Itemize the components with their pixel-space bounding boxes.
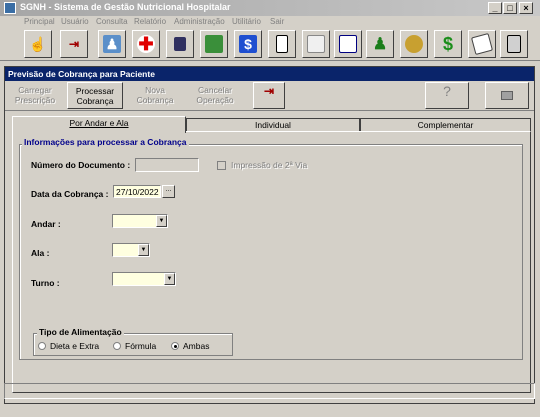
ambas-label: Ambas xyxy=(183,341,210,351)
chevron-down-icon: ▼ xyxy=(164,273,175,285)
data-cobranca-field[interactable]: 27/10/2022 xyxy=(113,185,161,198)
toolbar-exit-button[interactable]: ⇥ xyxy=(60,30,88,58)
carregar-label-1: Carregar xyxy=(18,85,52,95)
toolbar-patient-button[interactable]: ♟ xyxy=(98,30,126,58)
data-cobranca-label: Data da Cobrança : xyxy=(31,189,109,199)
printer-icon xyxy=(501,91,513,100)
tipo-alimentacao-title: Tipo de Alimentação xyxy=(37,327,124,337)
carregar-prescricao-button[interactable]: Carregar Prescrição xyxy=(7,82,63,109)
app-title: SGNH - Sistema de Gestão Nutricional Hos… xyxy=(20,2,231,12)
checklist-icon xyxy=(470,32,494,56)
chevron-down-icon: ▼ xyxy=(138,244,149,256)
toolbar-device-button[interactable] xyxy=(166,30,194,58)
menu-principal[interactable]: Principal xyxy=(24,17,55,26)
menu-sair[interactable]: Sair xyxy=(270,17,284,26)
andar-dropdown[interactable]: ▼ xyxy=(112,214,168,228)
status-bar xyxy=(4,383,535,399)
turno-dropdown[interactable]: ▼ xyxy=(112,272,176,286)
numero-documento-field[interactable] xyxy=(135,158,199,172)
processar-label-1: Processar xyxy=(75,86,115,96)
tab-complementar[interactable]: Complementar xyxy=(360,118,531,132)
green-dollar-icon: $ xyxy=(442,33,453,54)
close-button[interactable]: × xyxy=(519,2,533,14)
cancelar-label-1: Cancelar xyxy=(197,85,233,95)
turno-label: Turno : xyxy=(31,278,60,288)
toolbar-health-button[interactable]: ✚ xyxy=(132,30,160,58)
toolbar-report-button[interactable] xyxy=(302,30,330,58)
cancelar-operacao-button[interactable]: Cancelar Operação xyxy=(187,82,243,109)
formula-radio[interactable] xyxy=(113,342,121,350)
list-icon xyxy=(339,35,357,53)
ala-label: Ala : xyxy=(31,248,50,258)
help-icon: ? xyxy=(443,83,451,99)
patient-icon: ♟ xyxy=(103,35,121,53)
ambas-radio[interactable] xyxy=(171,342,179,350)
menu-consulta[interactable]: Consulta xyxy=(96,17,128,26)
report-icon xyxy=(307,35,325,53)
toolbar-list-button[interactable] xyxy=(334,30,362,58)
reimpressao-checkbox[interactable] xyxy=(217,161,226,170)
tab-panel: Informações para processar a Cobrança Nú… xyxy=(12,131,531,393)
formula-label: Fórmula xyxy=(125,341,157,351)
nova-cobranca-button[interactable]: Nova Cobrança xyxy=(127,82,183,109)
maximize-button[interactable]: □ xyxy=(503,2,517,14)
app-titlebar: SGNH - Sistema de Gestão Nutricional Hos… xyxy=(0,0,540,16)
date-picker-button[interactable]: ... xyxy=(162,185,175,198)
menu-utilitario[interactable]: Utilitário xyxy=(232,17,261,26)
calculator-icon xyxy=(507,35,521,53)
toolbar-dollar-button[interactable]: $ xyxy=(234,30,262,58)
dieta-extra-label: Dieta e Extra xyxy=(50,341,100,351)
menu-bar: Principal Usuário Consulta Relatório Adm… xyxy=(0,16,540,29)
tab-label-andar-ala: Por Andar e Ala xyxy=(69,118,129,128)
chevron-down-icon: ▼ xyxy=(156,215,167,227)
processar-cobranca-button[interactable]: Processar Cobrança xyxy=(67,82,123,109)
hand-icon: ☝ xyxy=(29,35,47,52)
device-icon xyxy=(174,37,186,51)
cash-register-icon xyxy=(205,35,223,53)
andar-label: Andar : xyxy=(31,219,61,229)
exit-window-button[interactable]: ⇥ xyxy=(253,82,285,109)
tab-label-complementar: Complementar xyxy=(417,120,474,130)
exit-icon: ⇥ xyxy=(263,84,275,98)
menu-administracao[interactable]: Administração xyxy=(174,17,225,26)
menu-relatorio[interactable]: Relatório xyxy=(134,17,166,26)
help-button[interactable]: ? xyxy=(425,82,469,109)
tab-individual[interactable]: Individual xyxy=(186,118,360,132)
toolbar-user-button[interactable]: ♟ xyxy=(366,30,394,58)
toolbar-checklist-button[interactable] xyxy=(468,30,496,58)
tab-por-andar-e-ala[interactable]: Por Andar e Ala xyxy=(12,116,186,133)
numero-documento-label: Número do Documento : xyxy=(31,160,131,170)
minimize-button[interactable]: _ xyxy=(488,2,502,14)
toolbar-hand-button[interactable]: ☝ xyxy=(24,30,52,58)
menu-usuario[interactable]: Usuário xyxy=(61,17,89,26)
exit-icon: ⇥ xyxy=(68,37,80,51)
toolbar-cash-button[interactable] xyxy=(200,30,228,58)
print-button[interactable] xyxy=(485,82,529,109)
processar-label-2: Cobrança xyxy=(76,96,114,106)
window-title: Previsão de Cobrança para Paciente xyxy=(5,67,534,81)
nova-label-2: Cobrança xyxy=(136,95,174,105)
toolbar-coins-button[interactable] xyxy=(400,30,428,58)
group-title: Informações para processar a Cobrança xyxy=(22,137,189,147)
toolbar-calculator-button[interactable] xyxy=(500,30,528,58)
nova-label-1: Nova xyxy=(145,85,165,95)
coins-icon xyxy=(405,35,423,53)
ala-dropdown[interactable]: ▼ xyxy=(112,243,150,257)
toolbar-green-dollar-button[interactable]: $ xyxy=(434,30,462,58)
tab-label-individual: Individual xyxy=(255,120,291,130)
reimpressao-label: Impressão de 2ª Via xyxy=(231,160,308,170)
main-toolbar: ☝ ⇥ ♟ ✚ $ ♟ $ xyxy=(0,29,540,61)
app-logo-icon xyxy=(4,2,16,14)
action-toolbar: Carregar Prescrição Processar Cobrança N… xyxy=(5,81,534,111)
red-cross-icon: ✚ xyxy=(137,33,155,54)
main-window: SGNH - Sistema de Gestão Nutricional Hos… xyxy=(0,0,540,417)
dollar-icon: $ xyxy=(239,35,257,53)
document-icon xyxy=(276,35,288,53)
dieta-extra-radio[interactable] xyxy=(38,342,46,350)
toolbar-document-button[interactable] xyxy=(268,30,296,58)
cancelar-label-2: Operação xyxy=(196,95,234,105)
carregar-label-2: Prescrição xyxy=(14,95,56,105)
user-icon: ♟ xyxy=(372,36,388,53)
